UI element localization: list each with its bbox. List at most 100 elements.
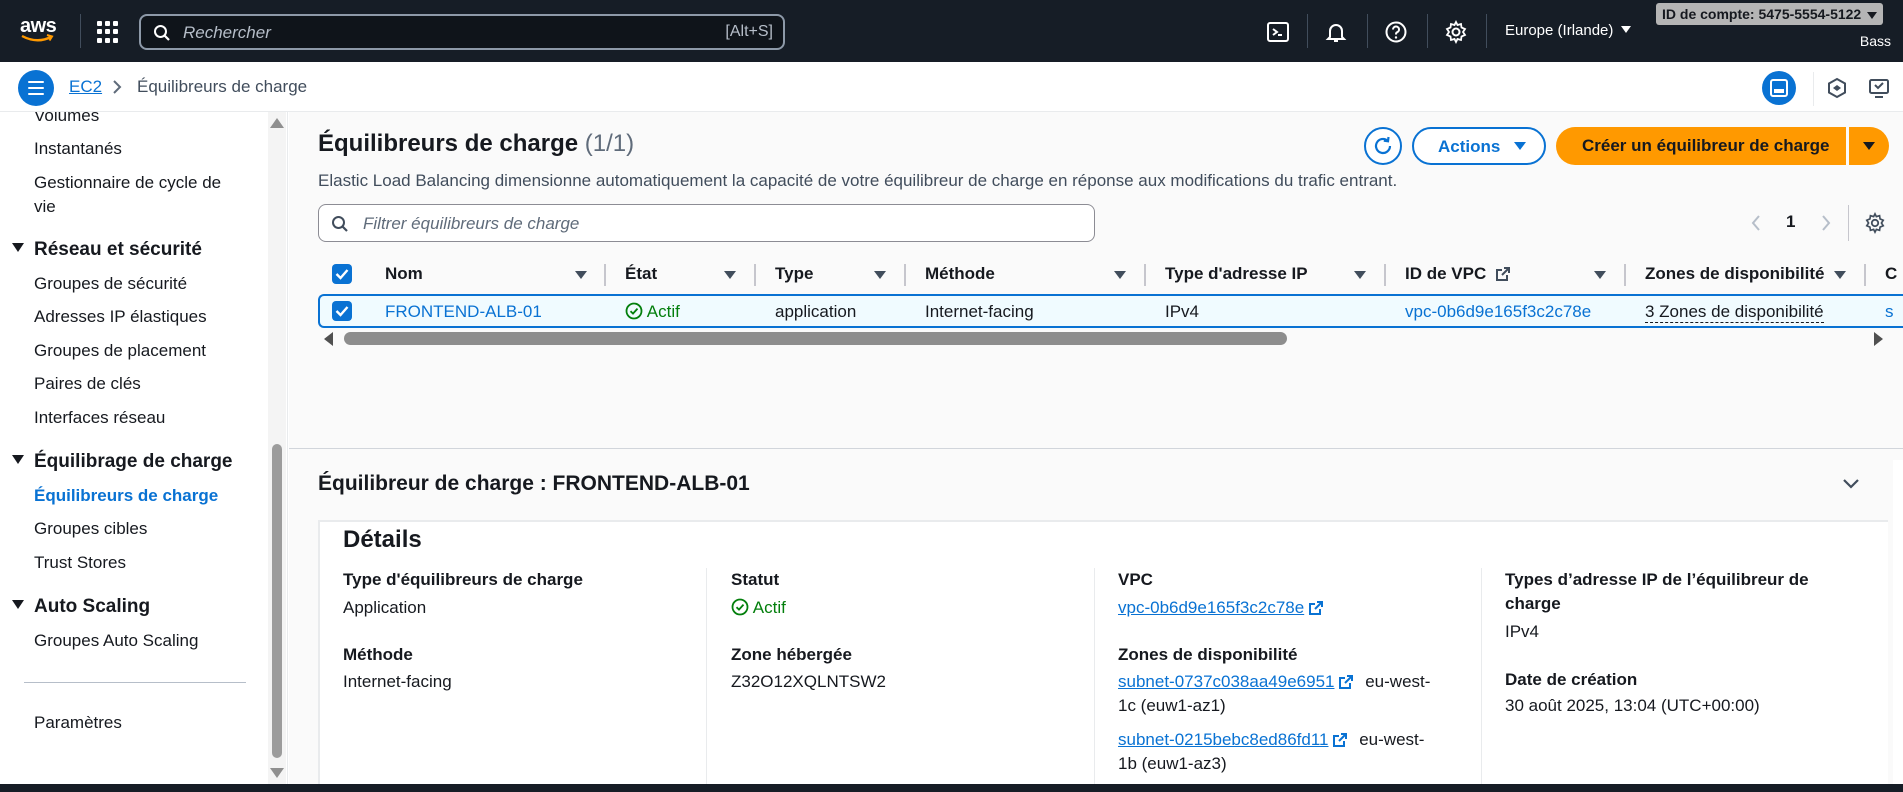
- sort-caret-icon[interactable]: [1834, 271, 1846, 279]
- column-resizer[interactable]: [904, 264, 906, 286]
- sidebar-scrollbar-thumb[interactable]: [272, 444, 282, 758]
- refresh-button[interactable]: [1364, 127, 1402, 165]
- column-header-ip-type[interactable]: Type d'adresse IP: [1165, 264, 1308, 284]
- scroll-up-arrow-icon[interactable]: [270, 118, 284, 128]
- column-header-availability-zones[interactable]: Zones de disponibilité: [1645, 264, 1824, 284]
- sort-caret-icon[interactable]: [1114, 271, 1126, 279]
- sort-caret-icon[interactable]: [724, 271, 736, 279]
- sidebar-item-settings[interactable]: Paramètres: [34, 711, 122, 735]
- column-resizer[interactable]: [604, 264, 606, 286]
- caret-down-icon: [12, 600, 24, 609]
- feedback-button[interactable]: [1862, 71, 1896, 105]
- column-resizer[interactable]: [1144, 264, 1146, 286]
- row-truncated-cell[interactable]: s: [1885, 302, 1894, 322]
- subnet-2-link[interactable]: subnet-0215bebc8ed86fd11: [1118, 730, 1328, 749]
- sidebar-item-network-interfaces[interactable]: Interfaces réseau: [34, 406, 165, 430]
- info-panel-toggle-button[interactable]: [1762, 71, 1796, 105]
- row-availability-zones[interactable]: 3 Zones de disponibilité: [1645, 302, 1824, 323]
- column-header-scheme[interactable]: Méthode: [925, 264, 995, 284]
- aws-smile-icon: [21, 34, 54, 42]
- sidebar-item-key-pairs[interactable]: Paires de clés: [34, 372, 141, 396]
- row-checkbox[interactable]: [332, 301, 352, 321]
- settings-gear-icon[interactable]: [1444, 20, 1468, 44]
- column-header-truncated[interactable]: C: [1885, 264, 1897, 284]
- lb-type-label: Type d'équilibreurs de charge: [343, 570, 583, 589]
- sort-caret-icon[interactable]: [874, 271, 886, 279]
- chevron-right-icon: [113, 80, 122, 94]
- row-name-link[interactable]: FRONTEND-ALB-01: [385, 302, 542, 322]
- search-placeholder: Rechercher: [183, 23, 271, 42]
- breadcrumb-ec2-link[interactable]: EC2: [69, 77, 102, 97]
- table-horizontal-scrollbar-thumb[interactable]: [344, 332, 1287, 345]
- top-navigation: aws Rechercher [Alt+S] Europe (Irlande) …: [0, 0, 1903, 62]
- account-menu[interactable]: ID de compte: 5475-5554-5122: [1656, 3, 1884, 25]
- sidebar-item-elastic-ips[interactable]: Adresses IP élastiques: [34, 305, 207, 329]
- search-input[interactable]: Rechercher [Alt+S]: [139, 14, 785, 50]
- vpc-value[interactable]: vpc-0b6d9e165f3c2c78e: [1118, 596, 1324, 620]
- sidebar-item-security-groups[interactable]: Groupes de sécurité: [34, 272, 187, 296]
- user-name[interactable]: Bass: [1860, 33, 1891, 49]
- scroll-right-arrow-icon[interactable]: [1874, 332, 1883, 346]
- sidebar-item-snapshots[interactable]: Instantanés: [34, 137, 122, 161]
- create-load-balancer-button[interactable]: Créer un équilibreur de charge: [1556, 127, 1846, 165]
- table-row[interactable]: FRONTEND-ALB-01 Actif application Intern…: [318, 294, 1903, 328]
- sidebar-item-trust-stores[interactable]: Trust Stores: [34, 551, 126, 575]
- caret-down-icon: [12, 455, 24, 464]
- chevron-right-icon[interactable]: [1820, 214, 1832, 232]
- hexagon-icon: [1828, 77, 1846, 99]
- sidebar-item-lifecycle-manager[interactable]: Gestionnaire de cycle de: [34, 171, 221, 195]
- sidebar-item-load-balancers[interactable]: Équilibreurs de charge: [34, 484, 218, 508]
- az-1-zone: eu-west-: [1365, 672, 1431, 691]
- column-header-vpc-id[interactable]: ID de VPC: [1405, 264, 1511, 284]
- sidebar-item-lifecycle-manager-line2[interactable]: vie: [34, 195, 56, 219]
- filter-input[interactable]: Filtrer équilibreurs de charge: [318, 204, 1095, 242]
- az-2-zone-cont: 1b (euw1-az3): [1118, 754, 1227, 773]
- vpc-link[interactable]: vpc-0b6d9e165f3c2c78e: [1118, 598, 1304, 617]
- column-resizer[interactable]: [1384, 264, 1386, 286]
- sort-caret-icon[interactable]: [575, 271, 587, 279]
- sidebar-item-volumes[interactable]: Volumes: [34, 112, 99, 128]
- sidebar-item-placement-groups[interactable]: Groupes de placement: [34, 339, 206, 363]
- side-nav-toggle-button[interactable]: [18, 70, 54, 106]
- sidebar-section-load-balancing[interactable]: Équilibrage de charge: [12, 451, 233, 473]
- aws-logo[interactable]: aws: [20, 16, 58, 46]
- details-scrollbar[interactable]: [1893, 460, 1903, 784]
- resources-button[interactable]: [1820, 71, 1854, 105]
- scroll-left-arrow-icon[interactable]: [324, 332, 333, 346]
- chevron-down-icon[interactable]: [1842, 478, 1860, 490]
- sidebar-section-label: Équilibrage de charge: [34, 451, 233, 472]
- sidebar-section-label: Réseau et sécurité: [34, 239, 202, 260]
- column-resizer[interactable]: [754, 264, 756, 286]
- row-type: application: [775, 302, 857, 321]
- sort-caret-icon[interactable]: [1354, 271, 1366, 279]
- create-load-balancer-dropdown[interactable]: [1849, 127, 1889, 165]
- table-preferences-gear-icon[interactable]: [1864, 212, 1886, 234]
- nav-divider: [1307, 14, 1308, 48]
- toolbar-divider: [1813, 72, 1814, 106]
- sort-caret-icon[interactable]: [1594, 271, 1606, 279]
- cloudshell-icon[interactable]: [1266, 20, 1290, 44]
- scroll-down-arrow-icon[interactable]: [270, 768, 284, 778]
- actions-dropdown-button[interactable]: Actions: [1412, 127, 1546, 165]
- sidebar-item-auto-scaling-groups[interactable]: Groupes Auto Scaling: [34, 629, 198, 653]
- help-icon[interactable]: [1384, 20, 1408, 44]
- row-vpc-link[interactable]: vpc-0b6d9e165f3c2c78e: [1405, 302, 1591, 322]
- column-header-name[interactable]: Nom: [385, 264, 423, 284]
- region-selector[interactable]: Europe (Irlande): [1505, 22, 1632, 39]
- column-resizer[interactable]: [1864, 264, 1866, 286]
- sidebar-section-auto-scaling[interactable]: Auto Scaling: [12, 596, 150, 618]
- status-value: Actif: [731, 596, 786, 620]
- chevron-left-icon[interactable]: [1750, 214, 1762, 232]
- column-header-state[interactable]: État: [625, 264, 657, 284]
- page-number[interactable]: 1: [1786, 212, 1795, 232]
- sidebar-section-network[interactable]: Réseau et sécurité: [12, 239, 202, 261]
- refresh-icon: [1374, 136, 1392, 155]
- subnet-1-link[interactable]: subnet-0737c038aa49e6951: [1118, 672, 1334, 691]
- notifications-bell-icon[interactable]: [1324, 20, 1348, 44]
- column-header-type[interactable]: Type: [775, 264, 813, 284]
- column-resizer[interactable]: [1624, 264, 1626, 286]
- services-grid-icon[interactable]: [97, 21, 119, 43]
- aws-logo-text: aws: [20, 15, 57, 37]
- sidebar-item-target-groups[interactable]: Groupes cibles: [34, 517, 147, 541]
- select-all-checkbox[interactable]: [332, 264, 352, 284]
